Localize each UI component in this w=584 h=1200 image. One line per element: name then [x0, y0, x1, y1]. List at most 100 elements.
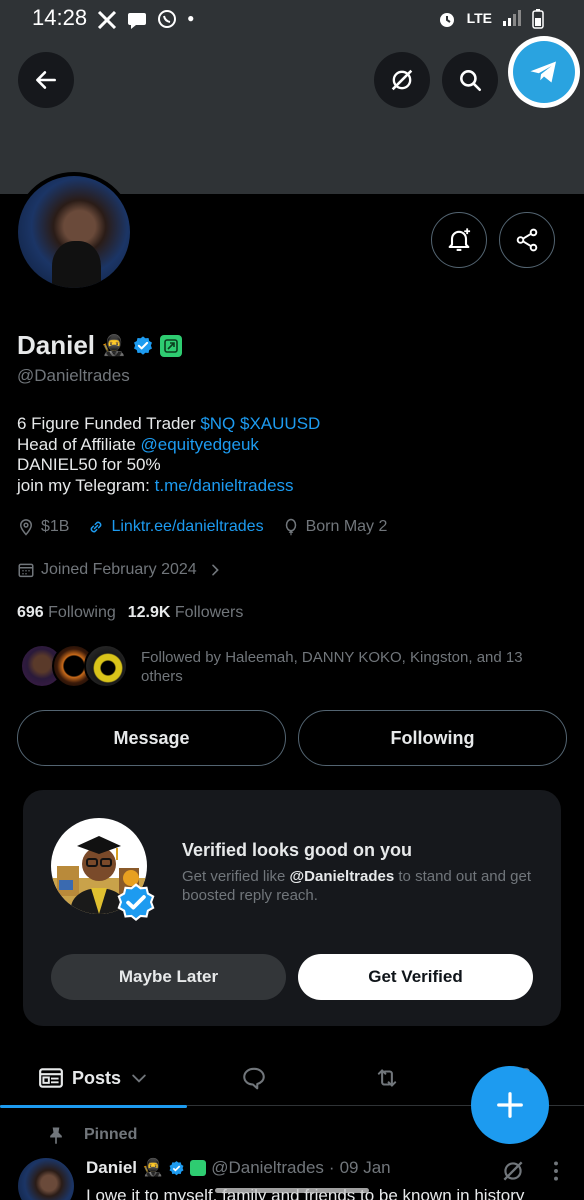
- posts-icon: [39, 1068, 63, 1088]
- share-icon: [516, 228, 538, 252]
- following-stat[interactable]: 696 Following: [17, 604, 116, 622]
- more-notifications-dot: ●: [187, 11, 195, 25]
- post-author-handle: @Danieltrades: [211, 1158, 324, 1177]
- bio-line: Head of Affiliate @equityedgeuk: [17, 435, 320, 456]
- verified-promo-card: Verified looks good on you Get verified …: [23, 790, 561, 1026]
- status-time: 14:28: [32, 5, 88, 30]
- verified-badge-icon: [169, 1160, 184, 1175]
- website-item[interactable]: Linktr.ee/danieltrades: [87, 518, 264, 536]
- balloon-icon: [285, 518, 296, 536]
- replies-icon: [242, 1067, 265, 1090]
- post-grok-button[interactable]: [500, 1158, 526, 1189]
- joined-text: Joined February 2024: [41, 561, 197, 578]
- profile-avatar[interactable]: [14, 172, 134, 292]
- signal-icon: [502, 9, 522, 27]
- grok-icon: [503, 1161, 523, 1181]
- telegram-icon: [530, 61, 556, 83]
- post-avatar[interactable]: [18, 1158, 74, 1200]
- back-arrow-icon: [36, 71, 56, 89]
- location-item: $1B: [17, 518, 69, 536]
- location-icon: [19, 519, 33, 536]
- notifications-button[interactable]: [431, 212, 487, 268]
- bio-text: Head of Affiliate: [17, 434, 141, 454]
- share-button[interactable]: [499, 212, 555, 268]
- tab-reposts[interactable]: [320, 1050, 453, 1106]
- following-label: Following: [48, 604, 116, 621]
- verified-badge-icon[interactable]: [132, 335, 154, 357]
- repost-icon: [377, 1069, 396, 1087]
- followed-by-avatars[interactable]: [20, 644, 132, 692]
- more-icon: [554, 1161, 558, 1181]
- pin-icon: [50, 1127, 62, 1145]
- followed-by-text[interactable]: Followed by Haleemah, DANNY KOKO, Kingst…: [141, 648, 561, 686]
- network-type: LTE: [466, 10, 492, 26]
- pinned-label: Pinned: [84, 1126, 138, 1143]
- bio-text: join my Telegram:: [17, 475, 155, 495]
- battery-icon: [532, 9, 552, 29]
- profile-name: Daniel: [17, 330, 96, 360]
- calendar-icon: [18, 563, 34, 578]
- following-button[interactable]: Following: [298, 710, 567, 766]
- bio-text: 6 Figure Funded Trader: [17, 414, 201, 433]
- post-more-button[interactable]: [546, 1158, 566, 1189]
- verified-card-title: Verified looks good on you: [182, 840, 413, 860]
- followers-label: Followers: [174, 604, 244, 621]
- joined-item[interactable]: Joined February 2024: [17, 561, 223, 579]
- bio-telegram-link[interactable]: t.me/danieltradess: [155, 476, 294, 495]
- website-link[interactable]: Linktr.ee/danieltrades: [111, 518, 263, 536]
- verified-badge-icon: [117, 883, 155, 921]
- card-text-handle: @Danieltrades: [289, 868, 395, 885]
- tab-replies[interactable]: [187, 1050, 320, 1106]
- bio-line: DANIEL50 for 50%: [17, 455, 320, 476]
- post-author-name[interactable]: Daniel: [86, 1158, 137, 1178]
- telegram-button[interactable]: [508, 36, 580, 108]
- bio-text: DANIEL50 for 50%: [17, 455, 161, 474]
- tab-active-indicator: [0, 1105, 187, 1108]
- chevron-right-icon: [211, 564, 219, 576]
- compose-button[interactable]: [471, 1066, 549, 1144]
- affiliate-badge-icon[interactable]: [159, 334, 182, 357]
- home-indicator[interactable]: [215, 1188, 369, 1193]
- post-author-emoji: 🥷: [142, 1158, 164, 1177]
- follow-stats: 696 Following 12.9K Followers: [17, 604, 243, 622]
- back-button[interactable]: [18, 52, 74, 108]
- affiliate-badge-icon: [190, 1160, 207, 1176]
- profile-bio: 6 Figure Funded Trader $NQ $XAUUSD Head …: [17, 414, 320, 496]
- post-header: Daniel 🥷 @Danieltrades · 09 Jan: [86, 1158, 391, 1178]
- joined-row[interactable]: Joined February 2024: [17, 561, 223, 579]
- pinned-indicator: Pinned: [46, 1124, 137, 1146]
- get-verified-button[interactable]: Get Verified: [298, 954, 533, 1000]
- link-icon: [91, 521, 102, 533]
- bio-line: 6 Figure Funded Trader $NQ $XAUUSD: [17, 414, 320, 435]
- notification-bell-add-icon: [448, 228, 471, 251]
- chevron-down-icon: [132, 1074, 146, 1083]
- tab-posts[interactable]: Posts: [0, 1050, 187, 1108]
- bio-cashtags-link[interactable]: $NQ $XAUUSD: [200, 414, 320, 433]
- search-button[interactable]: [442, 52, 498, 108]
- message-button[interactable]: Message: [17, 710, 286, 766]
- location-text: $1B: [41, 518, 70, 535]
- profile-handle: @Danieltrades: [17, 366, 130, 385]
- followers-stat[interactable]: 12.9K Followers: [128, 604, 244, 622]
- bio-mention-link[interactable]: @equityedgeuk: [141, 435, 259, 454]
- x-notification-icon: [97, 9, 117, 30]
- follower-avatar: [84, 644, 128, 688]
- ninja-emoji: 🥷: [101, 335, 126, 357]
- alarm-icon: [437, 9, 457, 27]
- followers-count: 12.9K: [127, 604, 171, 621]
- grok-button[interactable]: [374, 52, 430, 108]
- profile-name-row: Daniel 🥷: [17, 330, 182, 361]
- tab-posts-label: Posts: [71, 1067, 122, 1088]
- post-date: 09 Jan: [339, 1158, 391, 1177]
- profile-photo: [18, 176, 130, 288]
- profile-meta-row: $1B Linktr.ee/danieltrades Born May 2: [17, 518, 387, 536]
- status-bar: 14:28 ● LTE: [0, 0, 584, 36]
- compose-plus-icon: [497, 1092, 523, 1118]
- birthday-item: Born May 2: [282, 518, 387, 536]
- grok-icon: [391, 69, 413, 91]
- post-separator: ·: [328, 1158, 335, 1177]
- maybe-later-button[interactable]: Maybe Later: [51, 954, 286, 1000]
- following-count: 696: [17, 604, 44, 621]
- verified-card-text: Get verified like @Danieltrades to stand…: [182, 867, 542, 905]
- message-notification-icon: [127, 9, 147, 29]
